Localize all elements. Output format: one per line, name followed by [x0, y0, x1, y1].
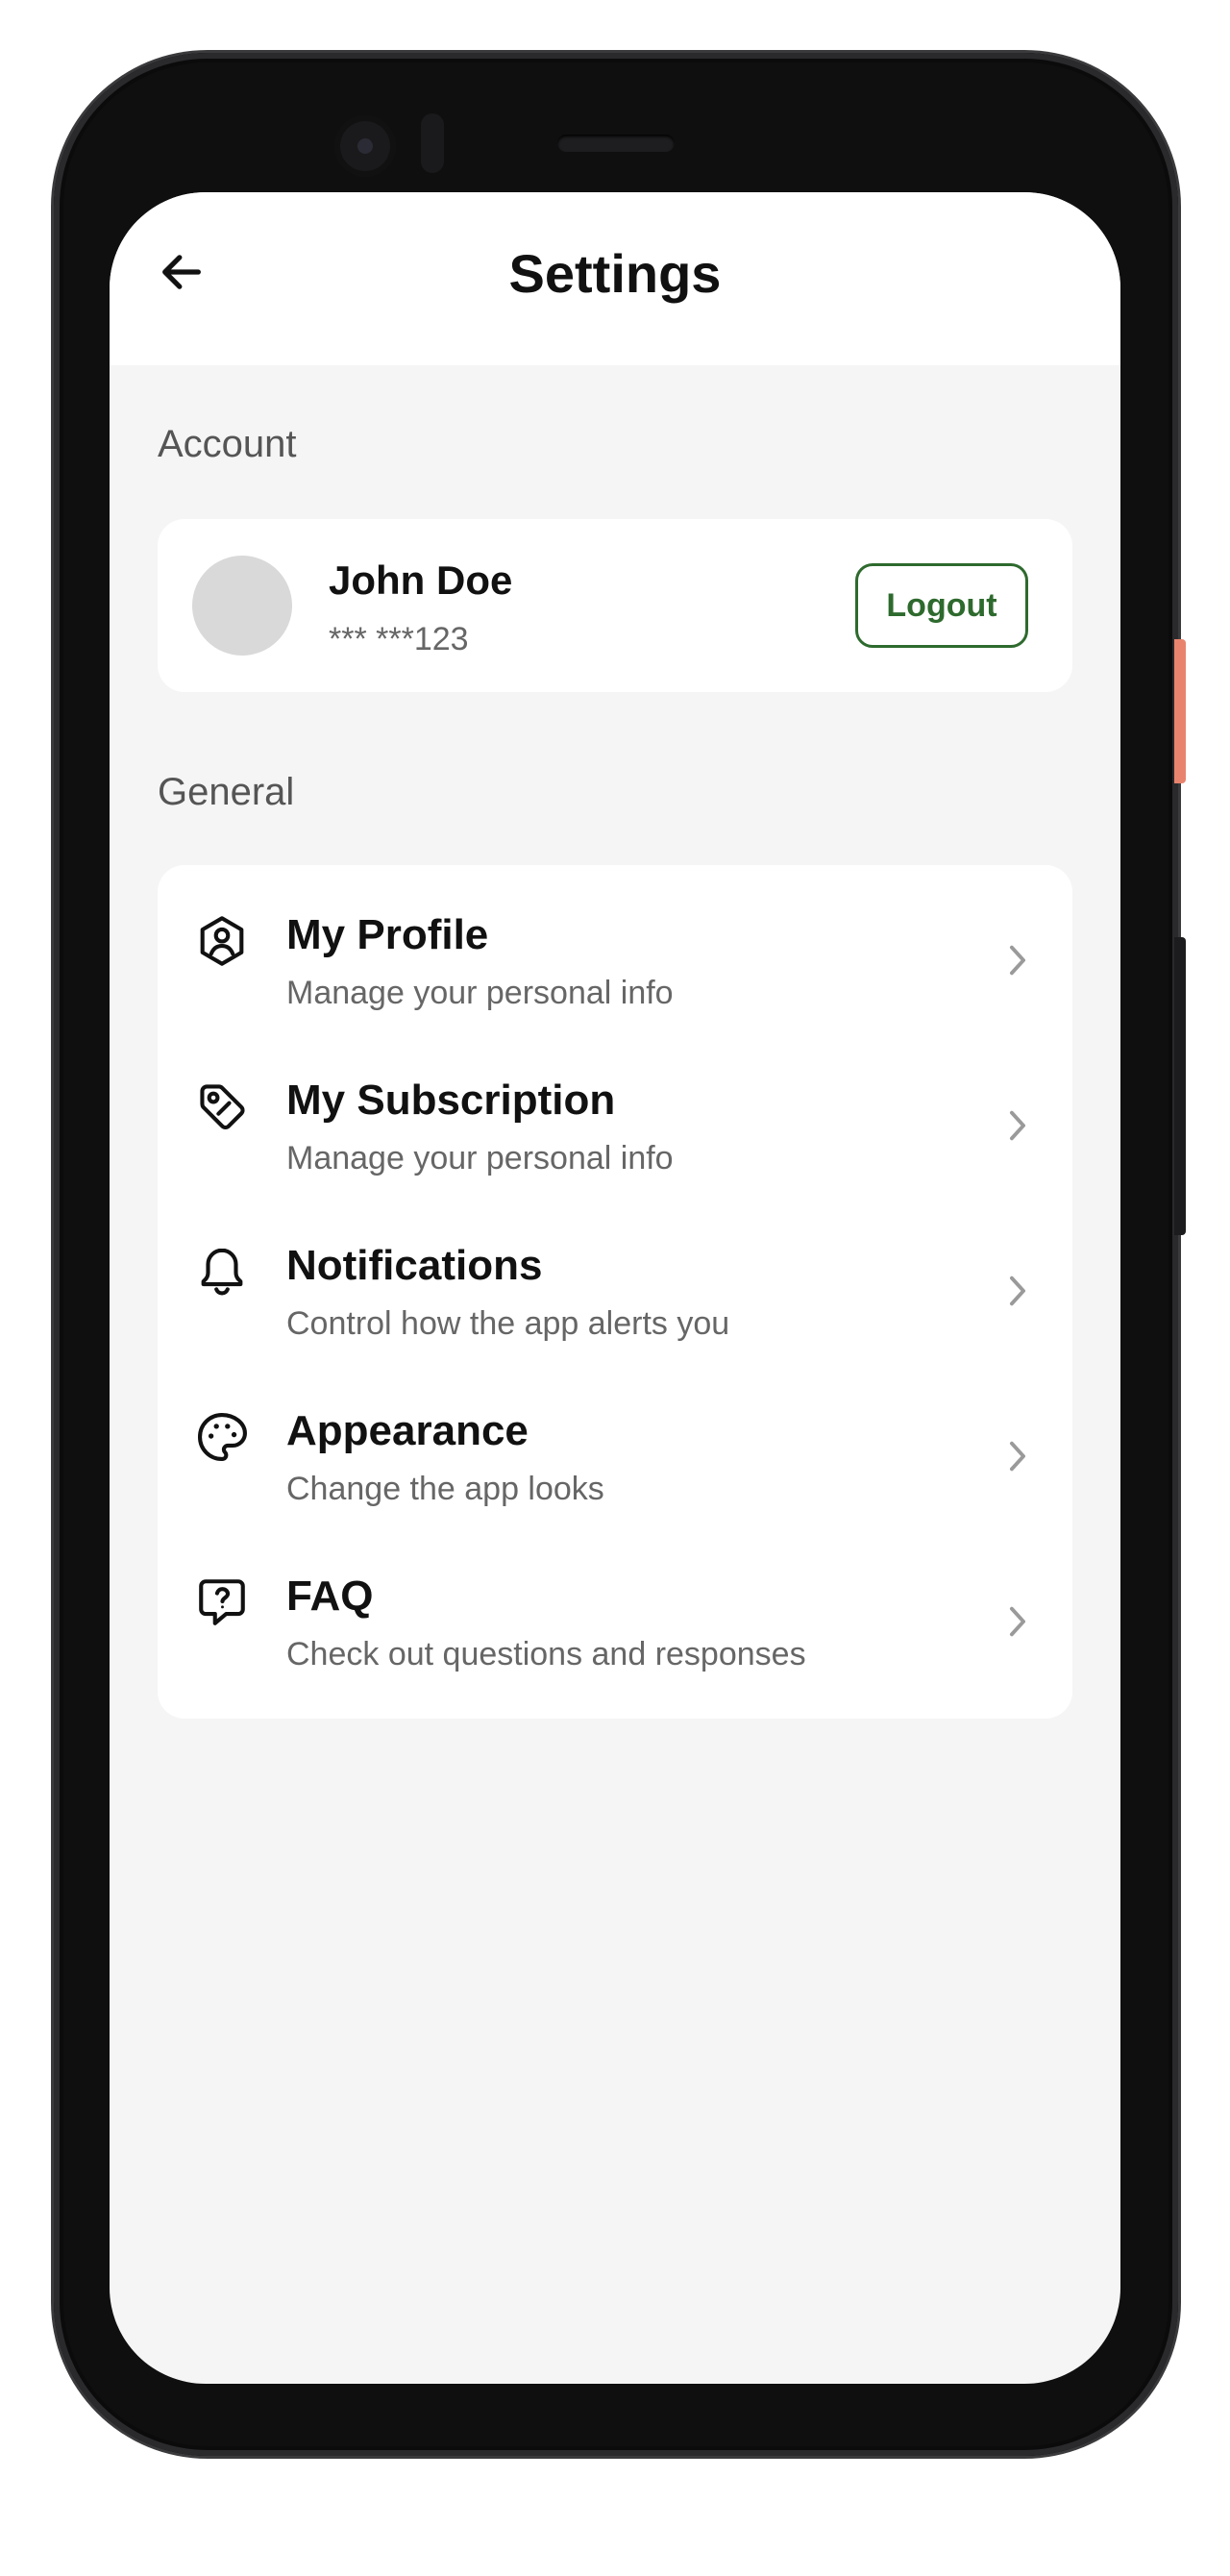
- menu-item-title: My Profile: [286, 911, 489, 958]
- bell-icon: [201, 1248, 243, 1296]
- chevron-right-icon: [1009, 945, 1026, 976]
- menu-item-subtitle: Manage your personal info: [286, 975, 674, 1011]
- earpiece-speaker: [557, 135, 675, 152]
- chevron-right-icon: [1009, 1110, 1026, 1141]
- phone-volume-button: [1174, 937, 1186, 1235]
- menu-item-title: Appearance: [286, 1407, 529, 1454]
- menu-item-title: FAQ: [286, 1573, 374, 1620]
- menu-item-subtitle: Check out questions and responses: [286, 1636, 806, 1672]
- page-title: Settings: [508, 243, 722, 304]
- chevron-right-icon: [1009, 1441, 1026, 1472]
- menu-item-my-subscription[interactable]: My Subscription Manage your personal inf…: [158, 1030, 1072, 1196]
- app-screen: Settings Account John Doe *** ***123 Log…: [110, 192, 1120, 2384]
- general-card: My Profile Manage your personal info My …: [158, 865, 1072, 1719]
- menu-item-faq[interactable]: FAQ Check out questions and responses: [158, 1526, 1072, 1692]
- user-phone: *** ***123: [329, 621, 469, 657]
- chevron-right-icon: [1009, 1276, 1026, 1306]
- avatar[interactable]: [192, 556, 292, 656]
- help-bubble-icon: [199, 1579, 245, 1625]
- menu-item-title: My Subscription: [286, 1077, 616, 1124]
- proximity-sensor: [421, 113, 444, 173]
- user-name: John Doe: [329, 557, 513, 603]
- logout-button[interactable]: Logout: [855, 563, 1028, 648]
- menu-item-subtitle: Change the app looks: [286, 1471, 604, 1507]
- menu-item-subtitle: Control how the app alerts you: [286, 1305, 730, 1342]
- menu-item-subtitle: Manage your personal info: [286, 1140, 674, 1177]
- tag-icon: [200, 1084, 245, 1130]
- phone-side-button: [1174, 639, 1186, 783]
- account-card: John Doe *** ***123 Logout: [158, 519, 1072, 692]
- chevron-right-icon: [1009, 1606, 1026, 1637]
- account-section-label: Account: [158, 423, 297, 465]
- palette-icon: [197, 1412, 247, 1462]
- front-camera: [334, 115, 396, 177]
- user-hexagon-icon: [200, 916, 244, 966]
- menu-item-appearance[interactable]: Appearance Change the app looks: [158, 1361, 1072, 1526]
- menu-item-title: Notifications: [286, 1242, 543, 1289]
- general-section-label: General: [158, 771, 295, 813]
- menu-item-notifications[interactable]: Notifications Control how the app alerts…: [158, 1196, 1072, 1361]
- top-app-bar: Settings: [110, 192, 1120, 365]
- menu-item-my-profile[interactable]: My Profile Manage your personal info: [158, 865, 1072, 1030]
